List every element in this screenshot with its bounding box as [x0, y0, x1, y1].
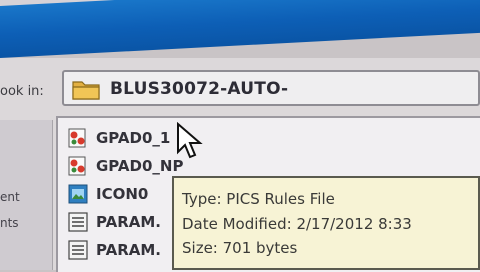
file-info-tooltip: Type: PICS Rules File Date Modified: 2/1…: [172, 176, 480, 270]
tooltip-size: Size: 701 bytes: [182, 239, 298, 257]
file-item[interactable]: GPAD0_NP: [68, 154, 368, 178]
file-name: ICON0: [96, 185, 149, 203]
document-file-icon: [68, 212, 88, 232]
image-file-icon: [68, 184, 88, 204]
file-name: GPAD0_1: [96, 129, 171, 147]
places-item-label[interactable]: ent: [0, 190, 20, 204]
pics-rules-icon: [68, 128, 86, 148]
folder-icon: [72, 81, 100, 100]
file-name: PARAM.: [96, 241, 162, 259]
look-in-dropdown[interactable]: BLUS30072-AUTO-: [62, 70, 480, 106]
look-in-label: ook in:: [0, 84, 44, 99]
tooltip-date-modified: Date Modified: 2/17/2012 8:33: [182, 215, 412, 233]
places-item-label[interactable]: nts: [0, 216, 19, 230]
current-folder-path: BLUS30072-AUTO-: [110, 79, 289, 99]
places-bar: ent nts: [0, 120, 53, 270]
document-file-icon: [68, 240, 88, 260]
file-name: PARAM.: [96, 213, 162, 231]
mouse-cursor-icon: [177, 122, 203, 159]
pics-rules-icon: [68, 156, 86, 176]
tooltip-type: Type: PICS Rules File: [182, 190, 335, 208]
file-item[interactable]: GPAD0_1: [68, 126, 368, 150]
title-bar: [0, 0, 480, 58]
file-name: GPAD0_NP: [96, 157, 184, 175]
